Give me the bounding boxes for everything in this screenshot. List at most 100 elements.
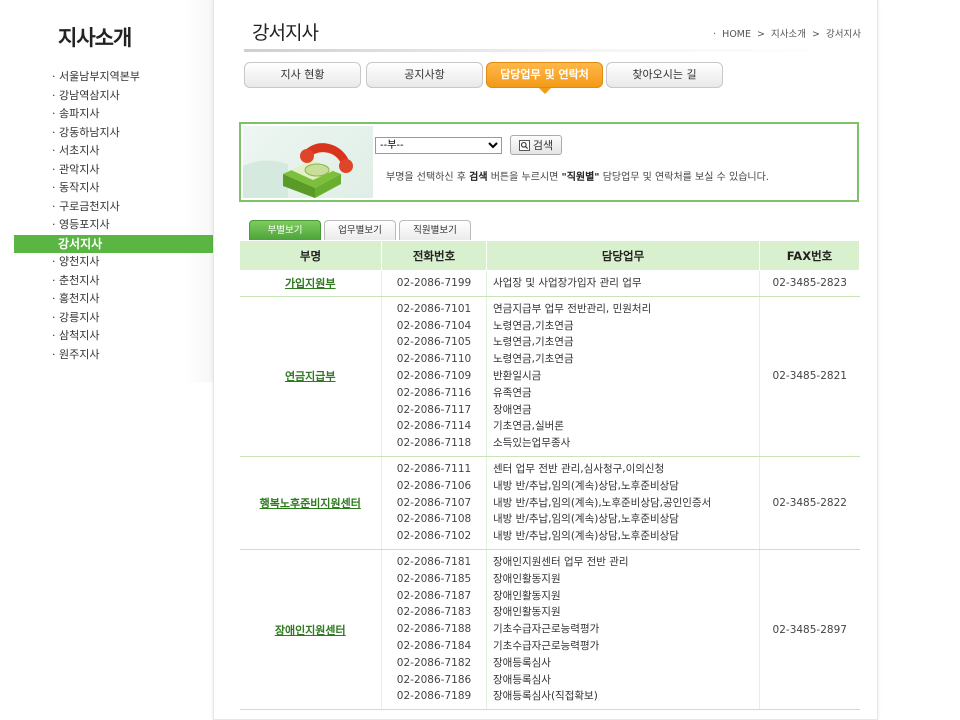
breadcrumb-prefix: ·	[713, 29, 717, 40]
phone-number: 02-2086-7111	[396, 462, 472, 475]
sidebar-item[interactable]: · 서초지사	[14, 142, 228, 161]
search-instruction: 부명을 선택하신 후 검색 버튼을 누르시면 "직원별" 담당업무 및 연락처를…	[386, 168, 769, 183]
duty-item: 사업장 및 사업장가입자 관리 업무	[493, 277, 642, 289]
dept-link[interactable]: 가입지원부	[285, 277, 336, 290]
duty-item: 연금지급부 업무 전반관리, 민원처리	[493, 302, 652, 315]
sidebar-item-label: 양천지사	[59, 255, 100, 268]
phone-number: 02-2086-7108	[396, 513, 472, 526]
phone-number: 02-2086-7105	[396, 336, 472, 349]
tab-directions[interactable]: 찾아오시는 길	[606, 62, 723, 88]
breadcrumb-current[interactable]: 강서지사	[826, 29, 861, 40]
phone-number: 02-2086-7189	[396, 690, 472, 703]
telephone-icon	[243, 143, 353, 198]
table-row: 행복노후준비지원센터 02-2086-7111 02-2086-7106 02-208…	[239, 456, 860, 550]
bullet-icon: ·	[52, 162, 59, 176]
department-select[interactable]: --부--	[375, 137, 502, 154]
subtab-by-department[interactable]: 부별보기	[249, 220, 321, 240]
sidebar-item[interactable]: · 원주지사	[14, 346, 228, 365]
bullet-icon: ·	[52, 255, 59, 268]
bullet-icon: ·	[52, 144, 59, 157]
sidebar-item-label: 영등포지사	[59, 218, 110, 231]
dept-link[interactable]: 행복노후준비지원센터	[260, 497, 361, 510]
sidebar-item-label: 동작지사	[59, 181, 100, 194]
duty-item: 장애인활동지원	[493, 589, 561, 602]
subtab-by-duty[interactable]: 업무별보기	[324, 220, 396, 240]
bullet-icon: ·	[52, 218, 59, 231]
sidebar-item[interactable]: · 동작지사	[14, 179, 228, 198]
duty-item: 노령연금,기초연금	[493, 353, 574, 366]
breadcrumb-branch-intro[interactable]: 지사소개	[771, 29, 806, 40]
phone-number: 02-2086-7117	[396, 403, 472, 416]
bullet-icon: ·	[52, 88, 59, 102]
bullet-icon: ·	[52, 199, 59, 213]
sidebar-item[interactable]: · 관악지사	[14, 161, 228, 180]
bullet-icon: ·	[52, 107, 59, 120]
header-phone: 전화번호	[381, 240, 487, 271]
tab-branch-status[interactable]: 지사 현황	[244, 62, 361, 88]
bullet-icon: ·	[52, 329, 59, 342]
sidebar-item[interactable]: · 춘천지사	[14, 272, 228, 291]
duty-item: 노령연금,기초연금	[493, 319, 574, 332]
sidebar-list: · 서울남부지역본부 · 강남역삼지사 · 송파지사 · 강동하남지사 · 서초지사 · …	[14, 68, 228, 364]
instruction-text: 부명을 선택하신 후	[386, 172, 470, 183]
sidebar-item[interactable]: · 구로금천지사	[14, 198, 228, 217]
sidebar-item[interactable]: · 홍천지사	[14, 290, 228, 309]
sidebar-item-label: 서초지사	[59, 144, 100, 157]
fax-cell: 02-3485-2823	[759, 270, 860, 297]
header-duties: 담당업무	[486, 240, 760, 271]
phone-number: 02-2086-7188	[396, 623, 472, 636]
phone-cell: 02-2086-7181 02-2086-7185 02-2086-7187 02-2…	[381, 549, 487, 711]
duty-item: 장애인지원센터 업무 전반 관리	[493, 555, 629, 568]
sidebar-item[interactable]: 강서지사	[14, 234, 228, 253]
sidebar-item-label: 관악지사	[59, 162, 100, 176]
sidebar-item[interactable]: · 양천지사	[14, 253, 228, 272]
sidebar-item[interactable]: · 강릉지사	[14, 309, 228, 328]
sidebar-item[interactable]: · 강남역삼지사	[14, 87, 228, 106]
phone-number: 02-2086-7185	[396, 572, 472, 585]
search-icon	[518, 139, 530, 151]
phone-number: 02-2086-7183	[396, 606, 472, 619]
department-table: 부명 전화번호 담당업무 FAX번호 가입지원부 02-2086-7199 사업장 …	[239, 240, 860, 711]
phone-illustration	[243, 126, 373, 198]
bullet-icon: ·	[52, 70, 59, 83]
phone-number: 02-2086-7118	[396, 437, 472, 450]
duty-item: 장애연금	[493, 403, 532, 416]
phone-number: 02-2086-7109	[396, 369, 472, 382]
sidebar-item-label: 강릉지사	[59, 310, 100, 324]
phone-cell: 02-2086-7101 02-2086-7104 02-2086-7105 02-2…	[381, 296, 487, 457]
phone-number: 02-2086-7182	[396, 656, 472, 669]
fax-cell: 02-3485-2897	[759, 549, 860, 711]
table-header-row: 부명 전화번호 담당업무 FAX번호	[239, 240, 860, 271]
tab-duties-contacts[interactable]: 담당업무 및 연락처	[486, 62, 603, 94]
phone-number: 02-2086-7106	[396, 479, 472, 492]
duty-item: 노령연금,기초연금	[493, 336, 574, 349]
search-button-label: 검색	[532, 139, 554, 152]
instruction-keyword-staff: "직원별"	[561, 172, 600, 183]
sidebar-item[interactable]: · 영등포지사	[14, 216, 228, 235]
breadcrumb-separator: >	[812, 29, 820, 40]
sidebar-item[interactable]: · 서울남부지역본부	[14, 68, 228, 87]
dept-link[interactable]: 장애인지원센터	[275, 624, 346, 637]
breadcrumb-home[interactable]: HOME	[722, 29, 751, 40]
duty-item: 내방 반/추납,임의(계속)상담,노후준비상담	[493, 530, 679, 543]
sidebar-item[interactable]: · 강동하남지사	[14, 124, 228, 143]
sidebar-item-label: 춘천지사	[59, 273, 100, 287]
phone-number: 02-2086-7199	[396, 277, 472, 289]
instruction-keyword-search: 검색	[469, 172, 488, 183]
duty-item: 장애인활동지원	[493, 606, 561, 619]
fax-cell: 02-3485-2821	[759, 296, 860, 457]
dept-link[interactable]: 연금지급부	[285, 370, 336, 383]
dept-cell: 연금지급부	[239, 296, 382, 457]
sidebar-item[interactable]: · 삼척지사	[14, 327, 228, 346]
sidebar-item-label: 원주지사	[59, 347, 100, 361]
sidebar-item[interactable]: · 송파지사	[14, 105, 228, 124]
duty-item: 기초수급자근로능력평가	[493, 639, 600, 652]
sidebar-item-label: 홍천지사	[59, 292, 100, 305]
subtab-by-staff[interactable]: 직원별보기	[399, 220, 471, 240]
duty-item: 반환일시금	[493, 369, 542, 382]
breadcrumb-separator: >	[757, 29, 765, 40]
search-button[interactable]: 검색	[510, 135, 562, 155]
header-dept: 부명	[239, 240, 382, 271]
tab-notices[interactable]: 공지사항	[366, 62, 483, 88]
sidebar-item-label: 서울남부지역본부	[59, 70, 140, 83]
